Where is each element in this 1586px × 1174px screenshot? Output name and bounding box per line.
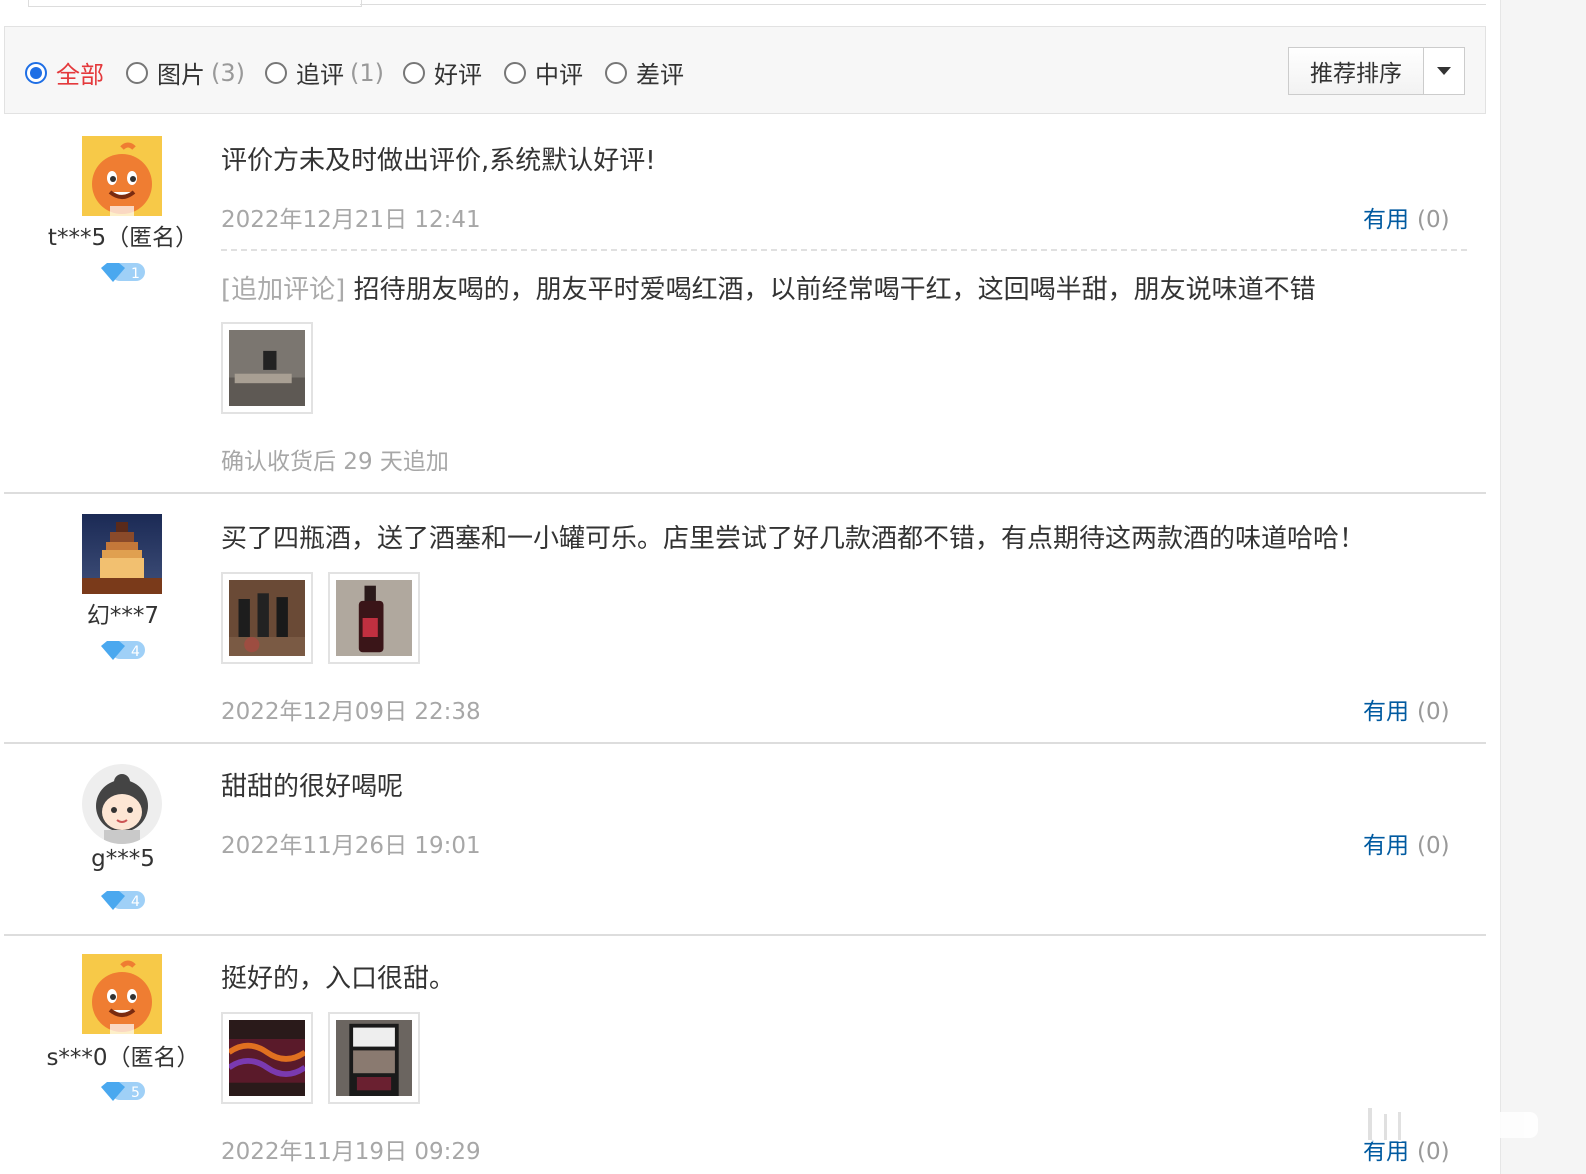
level-number: 4 (131, 644, 140, 660)
review-filter-bar: 全部 图片 (3) 追评 (1) 好评 中评 差评 推荐排序 (4, 26, 1486, 114)
review-photo-thumbnail[interactable] (328, 1012, 420, 1104)
level-number: 5 (131, 1085, 140, 1101)
username: g***5 (91, 846, 155, 872)
watermark-logo (1338, 1100, 1558, 1148)
review-photo-thumbnail[interactable] (221, 322, 313, 414)
radio-icon[interactable] (126, 61, 148, 84)
useful-count: (0) (1417, 207, 1450, 233)
divider (221, 249, 1467, 251)
radio-icon[interactable] (265, 61, 287, 84)
tab-divider (360, 4, 1486, 5)
review-item: g***5 4 甜甜的很好喝呢 2022年11月26日 19:01 有用 (0) (4, 744, 1486, 936)
filter-count: (1) (350, 58, 384, 87)
review-photo-thumbnail[interactable] (328, 572, 420, 664)
review-photo-thumbnail[interactable] (221, 572, 313, 664)
filter-label: 全部 (56, 61, 104, 89)
diamond-level-badge-icon: 1 (99, 260, 147, 284)
username: t***5（匿名） (47, 225, 199, 251)
tower-avatar-icon[interactable] (82, 514, 162, 594)
active-tab-edge[interactable] (28, 0, 362, 7)
filter-label: 图片 (157, 61, 205, 89)
append-text: 招待朋友喝的，朋友平时爱喝红酒，以前经常喝干红，这回喝半甜，朋友说味道不错 (353, 275, 1316, 305)
filter-negative[interactable]: 差评 (605, 55, 684, 90)
radio-icon[interactable] (403, 61, 425, 84)
review-item: t***5（匿名） 1 评价方未及时做出评价,系统默认好评! 2022年12月2… (4, 116, 1486, 494)
filter-neutral[interactable]: 中评 (504, 55, 583, 90)
top-tab-strip (0, 0, 1486, 8)
mascot-avatar-icon[interactable] (82, 136, 162, 216)
right-gutter (1500, 0, 1586, 1174)
filter-all[interactable]: 全部 (25, 55, 104, 90)
mascot-avatar-icon[interactable] (82, 954, 162, 1034)
filter-label: 差评 (636, 61, 684, 89)
sort-dropdown[interactable]: 推荐排序 (1288, 47, 1465, 95)
append-note: 确认收货后 29 天追加 (221, 449, 449, 475)
useful-button[interactable]: 有用 (0) (1363, 826, 1450, 860)
diamond-level-badge-icon: 4 (99, 638, 147, 662)
useful-count: (0) (1417, 699, 1450, 725)
review-text: 评价方未及时做出评价,系统默认好评! (221, 146, 656, 176)
filter-label: 追评 (296, 61, 344, 89)
append-tag: [追加评论] (221, 275, 346, 305)
review-photo-thumbnail[interactable] (221, 1012, 313, 1104)
filter-positive[interactable]: 好评 (403, 55, 482, 90)
girl-avatar-icon[interactable] (82, 764, 162, 844)
review-date: 2022年12月09日 22:38 (221, 699, 481, 725)
review-text: 挺好的，入口很甜。 (221, 964, 456, 994)
filter-label: 中评 (535, 61, 583, 89)
filter-count: (3) (211, 58, 245, 87)
review-text: 买了四瓶酒，送了酒塞和一小罐可乐。店里尝试了好几款酒都不错，有点期待这两款酒的味… (221, 524, 1366, 554)
append-comment: [追加评论] 招待朋友喝的，朋友平时爱喝红酒，以前经常喝干红，这回喝半甜，朋友说… (221, 269, 1316, 306)
review-date: 2022年12月21日 12:41 (221, 207, 481, 233)
useful-label[interactable]: 有用 (1363, 207, 1409, 233)
sort-label[interactable]: 推荐排序 (1289, 48, 1424, 94)
useful-label[interactable]: 有用 (1363, 699, 1409, 725)
level-number: 4 (131, 894, 140, 910)
review-item: 幻***7 4 买了四瓶酒，送了酒塞和一小罐可乐。店里尝试了好几款酒都不错，有点… (4, 494, 1486, 744)
dropdown-caret-icon[interactable] (1424, 48, 1464, 94)
radio-icon[interactable] (605, 61, 627, 84)
review-date: 2022年11月19日 09:29 (221, 1139, 481, 1165)
review-date: 2022年11月26日 19:01 (221, 833, 481, 859)
level-number: 1 (131, 266, 140, 282)
review-item: s***0（匿名） 5 挺好的，入口很甜。 2022年11月19日 09:29 … (4, 936, 1486, 1174)
useful-button[interactable]: 有用 (0) (1363, 200, 1450, 234)
diamond-level-badge-icon: 5 (99, 1079, 147, 1103)
radio-selected-icon[interactable] (25, 61, 47, 84)
radio-icon[interactable] (504, 61, 526, 84)
useful-label[interactable]: 有用 (1363, 833, 1409, 859)
review-text: 甜甜的很好喝呢 (221, 772, 404, 802)
filter-label: 好评 (434, 61, 482, 89)
filter-pictures[interactable]: 图片 (3) (126, 55, 245, 90)
username: 幻***7 (86, 603, 160, 629)
filter-followup[interactable]: 追评 (1) (265, 55, 384, 90)
useful-button[interactable]: 有用 (0) (1363, 692, 1450, 726)
username: s***0（匿名） (46, 1045, 200, 1071)
useful-count: (0) (1417, 833, 1450, 859)
diamond-level-badge-icon: 4 (99, 888, 147, 912)
